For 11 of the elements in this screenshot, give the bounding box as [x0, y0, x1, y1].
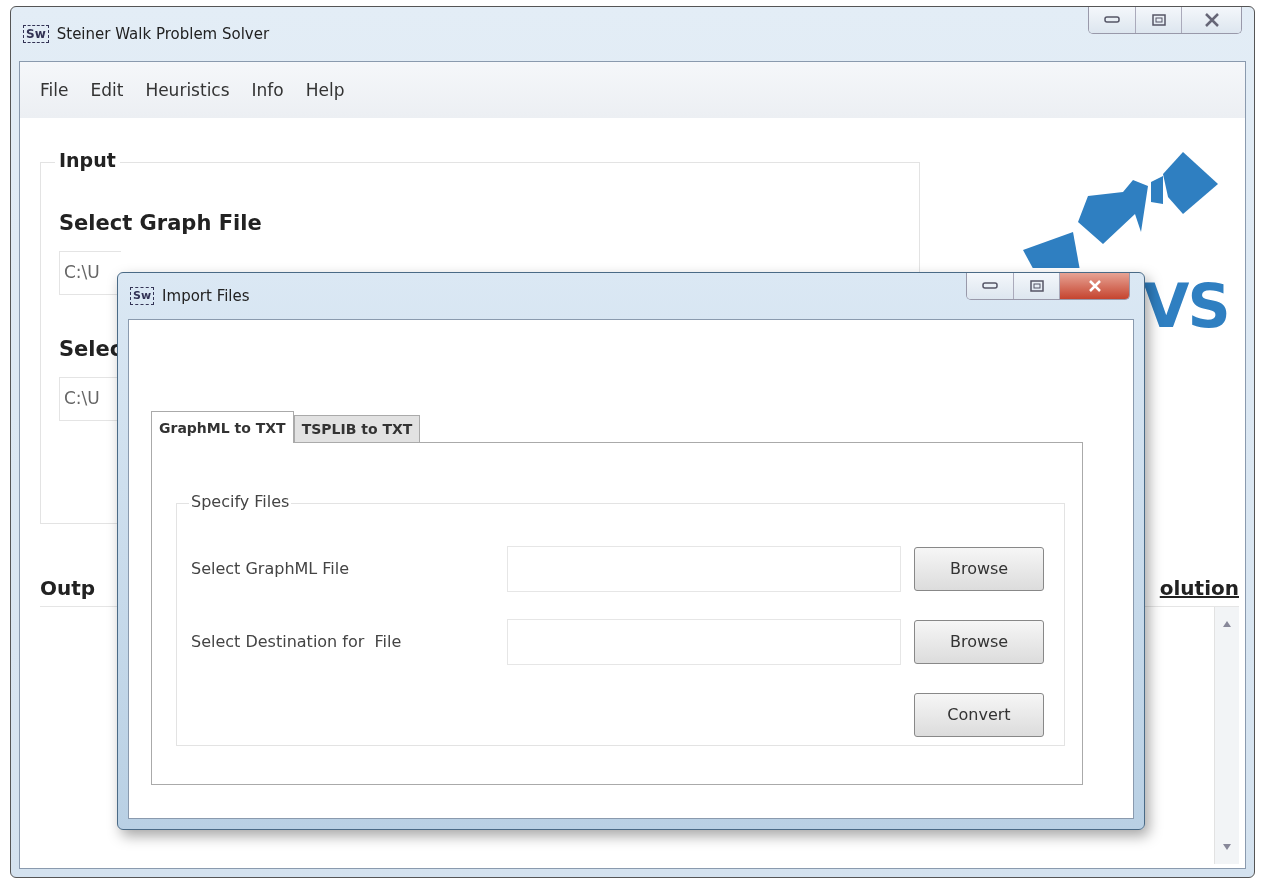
field-label: Select GraphML File [191, 559, 351, 578]
group-title: Specify Files [189, 492, 292, 511]
app-icon: Sw [23, 25, 49, 43]
field-label: Select Destination for File [191, 632, 403, 651]
field-label: Selec [59, 337, 124, 361]
logo-text: VS [1143, 276, 1229, 336]
output-label: Outp [40, 576, 96, 600]
dialog-title: Import Files [162, 287, 250, 305]
app-icon: Sw [130, 287, 155, 305]
field-label: Select Graph File [59, 211, 263, 235]
window-title: Steiner Walk Problem Solver [56, 25, 270, 43]
